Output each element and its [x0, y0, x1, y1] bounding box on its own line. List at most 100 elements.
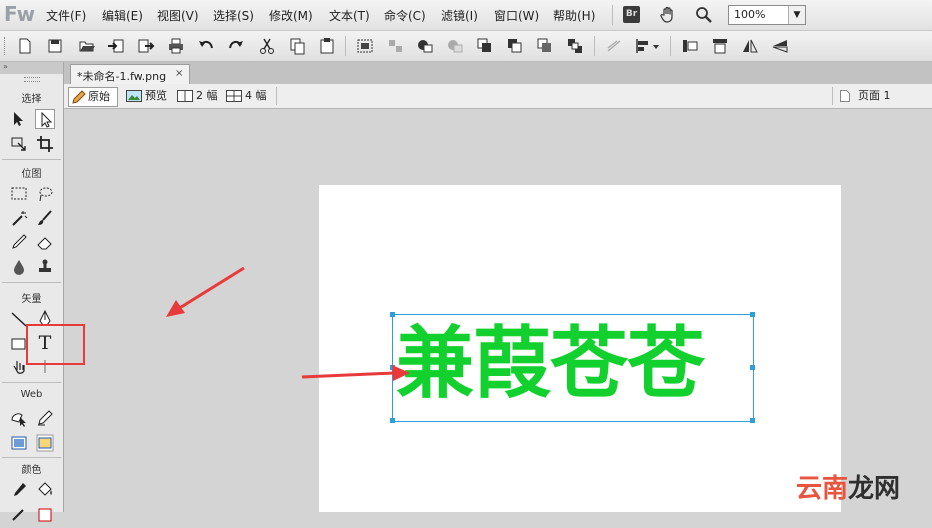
viewbar-separator [832, 87, 833, 105]
text-tool-highlight [26, 324, 85, 365]
chevron-down-icon[interactable]: ▼ [788, 6, 805, 24]
zoom-icon[interactable] [694, 5, 714, 25]
rotate-right-icon[interactable] [710, 36, 730, 56]
view-4up-label: 4 幅 [245, 89, 267, 102]
menu-commands[interactable]: 命令(C) [384, 7, 426, 24]
magic-wand-tool-icon[interactable] [9, 208, 29, 228]
join-icon[interactable] [415, 36, 435, 56]
panel-grip [24, 77, 40, 82]
view-original-label: 原始 [88, 90, 110, 103]
view-2up-button[interactable]: 2 幅 [177, 87, 223, 105]
menu-separator [612, 5, 613, 25]
toolbar-separator [345, 36, 346, 56]
menu-help[interactable]: 帮助(H) [553, 7, 595, 24]
text-selection-box[interactable] [392, 314, 754, 422]
copy-icon[interactable] [287, 36, 307, 56]
lasso-tool-icon[interactable] [35, 184, 55, 204]
paint-bucket-tool-icon[interactable] [35, 480, 55, 500]
distribute-icon[interactable] [604, 36, 624, 56]
menu-file[interactable]: 文件(F) [46, 7, 86, 24]
menu-text[interactable]: 文本(T) [329, 7, 370, 24]
rotate-left-icon[interactable] [680, 36, 700, 56]
menu-window[interactable]: 窗口(W) [494, 7, 539, 24]
pencil-tool-icon[interactable] [9, 232, 29, 252]
bring-front-icon[interactable] [475, 36, 495, 56]
stroke-color-icon[interactable] [9, 505, 29, 525]
section-web: Web [20, 389, 43, 400]
redo-icon[interactable] [226, 36, 246, 56]
hide-slices-icon[interactable] [9, 433, 29, 453]
flip-horizontal-icon[interactable] [740, 36, 760, 56]
pointer-tool-icon[interactable] [9, 109, 29, 129]
tools-panel-header[interactable]: » [0, 62, 63, 74]
four-up-icon [226, 90, 242, 102]
menu-modify[interactable]: 修改(M) [269, 7, 313, 24]
document-tab-label: *未命名-1.fw.png [77, 70, 167, 83]
main-toolbar [0, 31, 932, 62]
undo-icon[interactable] [196, 36, 216, 56]
scale-tool-icon[interactable] [9, 134, 29, 154]
section-select: 选择 [21, 94, 42, 105]
view-2up-label: 2 幅 [196, 89, 218, 102]
two-up-icon [177, 90, 193, 102]
new-file-icon[interactable] [15, 36, 35, 56]
collapse-icon[interactable]: » [3, 62, 8, 71]
eyedropper-tool-icon[interactable] [9, 480, 29, 500]
menu-edit[interactable]: 编辑(E) [102, 7, 143, 24]
arrow-to-canvas-text [301, 371, 395, 379]
split-icon[interactable] [445, 36, 465, 56]
blur-tool-icon[interactable] [9, 257, 29, 277]
fill-color-icon[interactable] [35, 505, 55, 525]
print-icon[interactable] [166, 36, 186, 56]
document-tab[interactable]: *未命名-1.fw.png × [70, 64, 190, 85]
document-tab-strip: *未命名-1.fw.png × [64, 62, 932, 85]
open-folder-icon[interactable] [77, 36, 97, 56]
menu-view[interactable]: 视图(V) [157, 7, 199, 24]
pencil-icon [72, 90, 86, 104]
menu-select[interactable]: 选择(S) [213, 7, 254, 24]
cut-icon[interactable] [257, 36, 277, 56]
close-icon[interactable]: × [175, 68, 183, 79]
watermark-part1: 云南 [796, 474, 849, 504]
page-selector[interactable]: 页面 1 [840, 87, 910, 105]
selection-handle[interactable] [750, 418, 755, 423]
eraser-tool-icon[interactable] [35, 232, 55, 252]
selection-handle[interactable] [750, 312, 755, 317]
toolbar-grip [4, 37, 8, 55]
bring-forward-icon[interactable] [505, 36, 525, 56]
send-backward-icon[interactable] [535, 36, 555, 56]
view-4up-button[interactable]: 4 幅 [226, 87, 272, 105]
rubber-stamp-tool-icon[interactable] [35, 257, 55, 277]
bridge-button[interactable]: Br [623, 6, 640, 23]
hand-icon[interactable] [658, 5, 678, 25]
selection-handle[interactable] [390, 418, 395, 423]
view-preview-button[interactable]: 预览 [126, 87, 176, 105]
marquee-tool-icon[interactable] [9, 184, 29, 204]
import-icon[interactable] [106, 36, 126, 56]
subselection-tool-icon[interactable] [35, 109, 55, 129]
hotspot-tool-icon[interactable] [9, 408, 29, 428]
paste-icon[interactable] [317, 36, 337, 56]
show-slices-icon[interactable] [35, 433, 55, 453]
align-dropdown-icon[interactable] [634, 36, 662, 56]
save-icon[interactable] [45, 36, 65, 56]
slice-tool-icon[interactable] [35, 408, 55, 428]
view-original-button[interactable]: 原始 [68, 87, 118, 107]
page-icon [840, 90, 850, 102]
section-color: 颜色 [21, 465, 42, 476]
crop-tool-icon[interactable] [35, 134, 55, 154]
group-icon[interactable] [355, 36, 375, 56]
ungroup-icon[interactable] [385, 36, 405, 56]
zoom-value: 100% [734, 8, 766, 21]
flip-vertical-icon[interactable] [770, 36, 790, 56]
section-bitmap: 位图 [21, 169, 42, 180]
arrow-head [166, 300, 185, 317]
zoom-select[interactable]: 100% ▼ [728, 5, 806, 25]
send-back-icon[interactable] [565, 36, 585, 56]
export-icon[interactable] [136, 36, 156, 56]
menu-filters[interactable]: 滤镜(I) [441, 7, 478, 24]
section-vector: 矢量 [21, 294, 42, 305]
brush-tool-icon[interactable] [35, 208, 55, 228]
menu-bar: Fw 文件(F) 编辑(E) 视图(V) 选择(S) 修改(M) 文本(T) 命… [0, 0, 932, 31]
selection-handle[interactable] [750, 365, 755, 370]
